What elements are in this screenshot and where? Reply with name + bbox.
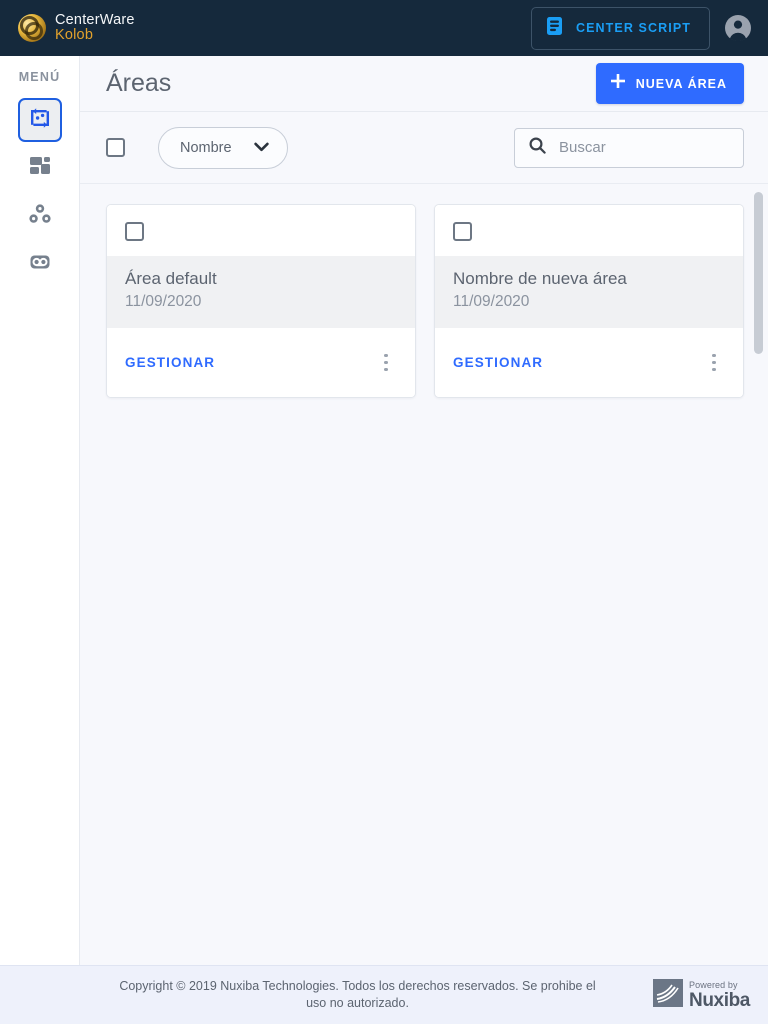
transfer-sync-icon	[28, 106, 52, 135]
new-area-button[interactable]: NUEVA ÁREA	[595, 63, 744, 104]
nuxiba-text: Powered by Nuxiba	[689, 979, 750, 1011]
area-card-header	[107, 205, 415, 256]
main-content: Áreas NUEVA ÁREA Nombre Buscar Área defa…	[80, 56, 768, 965]
sidebar-item-transfer[interactable]	[17, 98, 62, 142]
manage-button[interactable]: GESTIONAR	[453, 355, 543, 370]
top-header-actions: CENTER SCRIPT	[530, 6, 752, 50]
copyright-text: Copyright © 2019 Nuxiba Technologies. To…	[119, 979, 596, 1010]
plus-icon	[610, 73, 626, 94]
three-circles-icon	[28, 202, 52, 231]
vertical-scrollbar[interactable]	[753, 184, 764, 965]
powered-by-label: Powered by	[689, 979, 738, 990]
sidebar-nav: MENÚ	[0, 56, 80, 965]
brand-name-secondary: Kolob	[55, 27, 94, 43]
area-card-checkbox[interactable]	[453, 222, 472, 241]
list-toolbar: Nombre	[80, 112, 768, 184]
sidebar-item-dashboard[interactable]	[18, 146, 62, 190]
manage-button[interactable]: GESTIONAR	[125, 355, 215, 370]
centerware-circle-logo-icon	[18, 14, 46, 42]
search-icon	[529, 136, 546, 159]
area-card-date: 11/09/2020	[125, 293, 202, 310]
app-root: CenterWare Kolob CENTER SCRIPT MENÚ Área…	[0, 0, 768, 1024]
search-box[interactable]	[514, 127, 744, 168]
new-area-label: NUEVA ÁREA	[635, 76, 727, 91]
sidebar-item-groups[interactable]	[18, 194, 62, 238]
area-card-footer: GESTIONAR	[435, 328, 743, 397]
brand-text: CenterWare Kolob	[55, 11, 135, 44]
area-card[interactable]: Nombre de nueva área 11/09/2020 GESTIONA…	[434, 204, 744, 398]
page-title: Áreas	[106, 69, 172, 97]
area-card-checkbox[interactable]	[125, 222, 144, 241]
page-header: Áreas NUEVA ÁREA	[80, 56, 768, 112]
area-card-name: Nombre de nueva área	[453, 269, 627, 288]
scrollbar-thumb[interactable]	[754, 192, 763, 354]
area-card-body: Nombre de nueva área 11/09/2020	[435, 256, 743, 328]
dashboard-grid-icon	[28, 154, 52, 183]
area-card-name: Área default	[125, 269, 217, 288]
powered-by-nuxiba: Powered by Nuxiba	[653, 978, 750, 1012]
area-card-footer: GESTIONAR	[107, 328, 415, 397]
brand-logo[interactable]: CenterWare Kolob	[18, 11, 135, 44]
brand-name-primary: CenterWare	[55, 11, 135, 28]
nuxiba-swoosh-logo-icon	[653, 978, 684, 1012]
sort-select[interactable]: Nombre	[158, 126, 288, 169]
nuxiba-name: Nuxiba	[689, 989, 750, 1011]
document-list-icon	[546, 16, 563, 41]
area-card[interactable]: Área default 11/09/2020 GESTIONAR	[106, 204, 416, 398]
sort-select-value: Nombre	[180, 139, 232, 156]
kebab-menu-icon[interactable]	[375, 351, 397, 375]
area-card-body: Área default 11/09/2020	[107, 256, 415, 328]
top-header-bar: CenterWare Kolob CENTER SCRIPT	[0, 0, 768, 56]
user-avatar-icon[interactable]	[724, 14, 752, 42]
area-cards-grid: Área default 11/09/2020 GESTIONAR Nombre…	[106, 204, 744, 398]
body-region: MENÚ Áreas NUEVA ÁREA Nombre Buscar Área…	[0, 56, 768, 965]
kebab-menu-icon[interactable]	[703, 351, 725, 375]
search-input[interactable]	[559, 139, 729, 156]
center-script-label: CENTER SCRIPT	[575, 21, 691, 35]
area-card-date: 11/09/2020	[453, 293, 530, 310]
chevron-down-icon	[253, 139, 269, 157]
center-script-button[interactable]: CENTER SCRIPT	[530, 6, 710, 50]
sidebar-item-voicemail[interactable]	[18, 242, 62, 286]
select-all-checkbox[interactable]	[106, 138, 125, 157]
page-footer: Copyright © 2019 Nuxiba Technologies. To…	[0, 965, 768, 1024]
sidebar-title: MENÚ	[18, 70, 61, 84]
voicemail-icon	[28, 250, 52, 279]
area-card-header	[435, 205, 743, 256]
cards-scroll-area: Área default 11/09/2020 GESTIONAR Nombre…	[80, 184, 768, 965]
